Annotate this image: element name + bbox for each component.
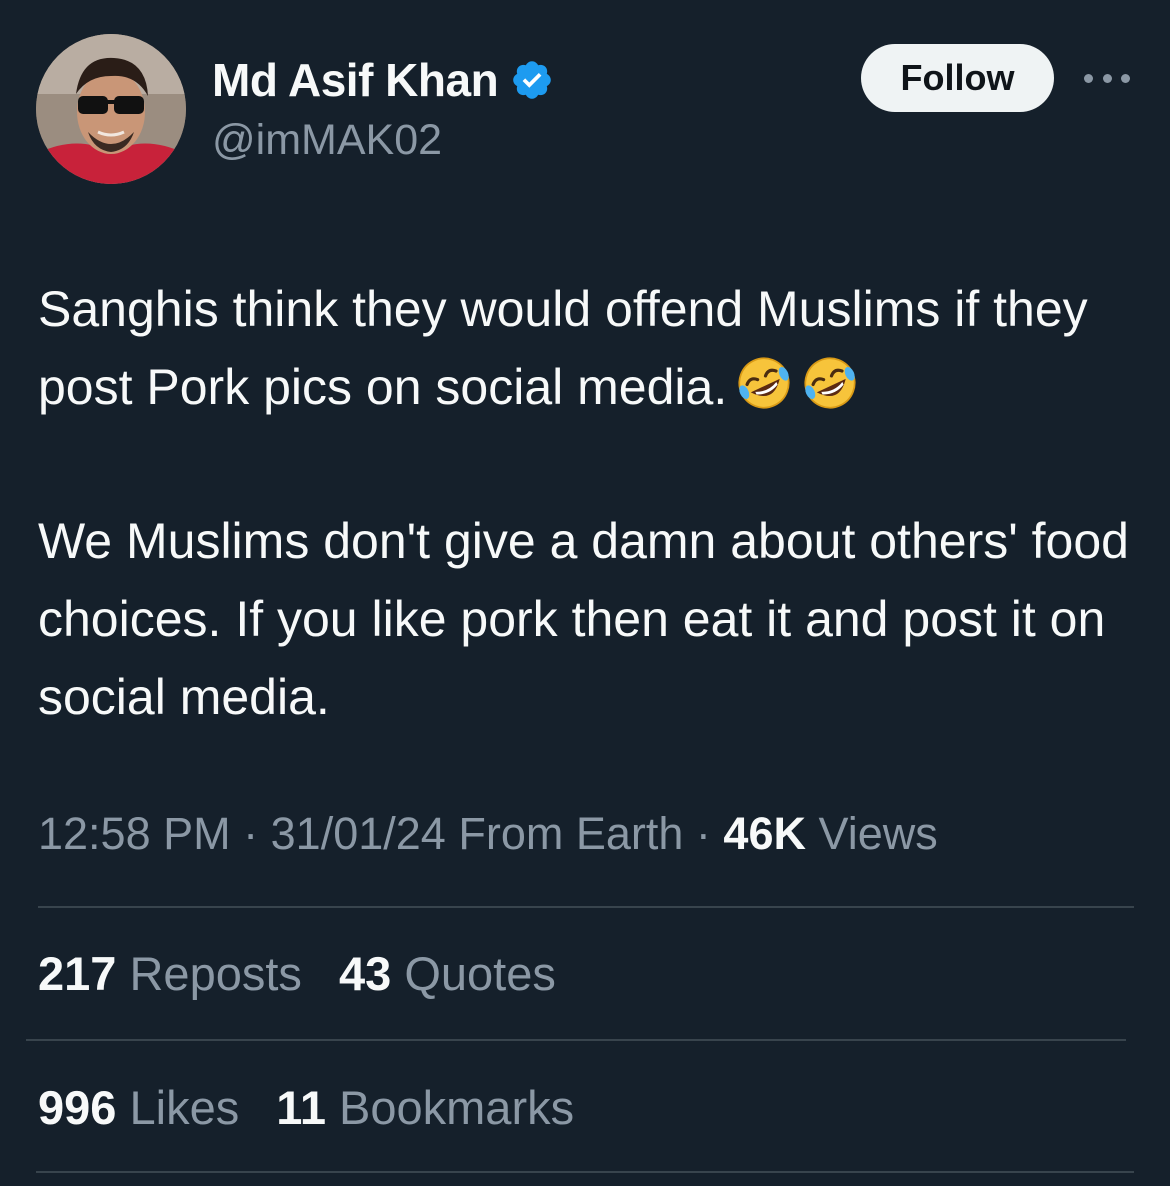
avatar[interactable] <box>36 34 186 184</box>
author-display-name[interactable]: Md Asif Khan <box>212 53 499 107</box>
likes-stat[interactable]: 996 Likes <box>38 1081 239 1134</box>
bookmarks-count: 11 <box>276 1081 326 1134</box>
name-row: Md Asif Khan <box>212 52 554 108</box>
tweet-paragraph-text: Sanghis think they would offend Muslims … <box>38 281 1102 415</box>
meta-separator: · <box>243 808 259 859</box>
tweet-paragraph: Sanghis think they would offend Muslims … <box>38 270 1138 426</box>
meta-separator: · <box>695 808 711 859</box>
bookmarks-label: Bookmarks <box>339 1081 575 1134</box>
follow-button[interactable]: Follow <box>861 44 1054 112</box>
quotes-stat[interactable]: 43 Quotes <box>339 947 556 1000</box>
tweet-time[interactable]: 12:58 PM <box>38 808 231 859</box>
more-dot <box>1084 73 1093 83</box>
author-handle[interactable]: @imMAK02 <box>212 116 442 165</box>
avatar-image <box>36 34 186 184</box>
more-options-icon[interactable] <box>1084 64 1130 92</box>
tweet-paragraph: We Muslims don't give a damn about other… <box>38 513 1143 725</box>
bookmarks-stat[interactable]: 11 Bookmarks <box>276 1081 574 1134</box>
tweet-date[interactable]: 31/01/24 <box>271 808 446 859</box>
reposts-stat[interactable]: 217 Reposts <box>38 947 302 1000</box>
more-dot <box>1121 73 1130 83</box>
rofl-emoji-icon <box>801 354 859 412</box>
divider <box>26 1039 1126 1041</box>
likes-count: 996 <box>38 1081 117 1134</box>
tweet-meta: 12:58 PM · 31/01/24 From Earth · 46K Vie… <box>38 808 938 860</box>
verified-badge-icon[interactable] <box>510 58 554 102</box>
views-count: 46K <box>723 808 806 859</box>
likes-label: Likes <box>129 1081 240 1134</box>
like-bookmark-stats: 996 Likes 11 Bookmarks <box>38 1080 598 1135</box>
tweet-header: Md Asif Khan @imMAK02 Follow <box>36 34 1136 184</box>
quotes-label: Quotes <box>404 947 556 1000</box>
quotes-count: 43 <box>338 947 392 1000</box>
reposts-label: Reposts <box>129 947 302 1000</box>
repost-quote-stats: 217 Reposts 43 Quotes <box>38 946 580 1001</box>
more-dot <box>1102 73 1112 83</box>
reposts-count: 217 <box>38 947 117 1000</box>
rofl-emoji-icon <box>735 354 793 412</box>
tweet-source: From Earth <box>458 808 684 859</box>
divider <box>38 906 1134 908</box>
divider <box>36 1171 1134 1173</box>
tweet-body: Sanghis think they would offend Muslims … <box>38 270 1138 736</box>
views-label: Views <box>818 808 938 859</box>
